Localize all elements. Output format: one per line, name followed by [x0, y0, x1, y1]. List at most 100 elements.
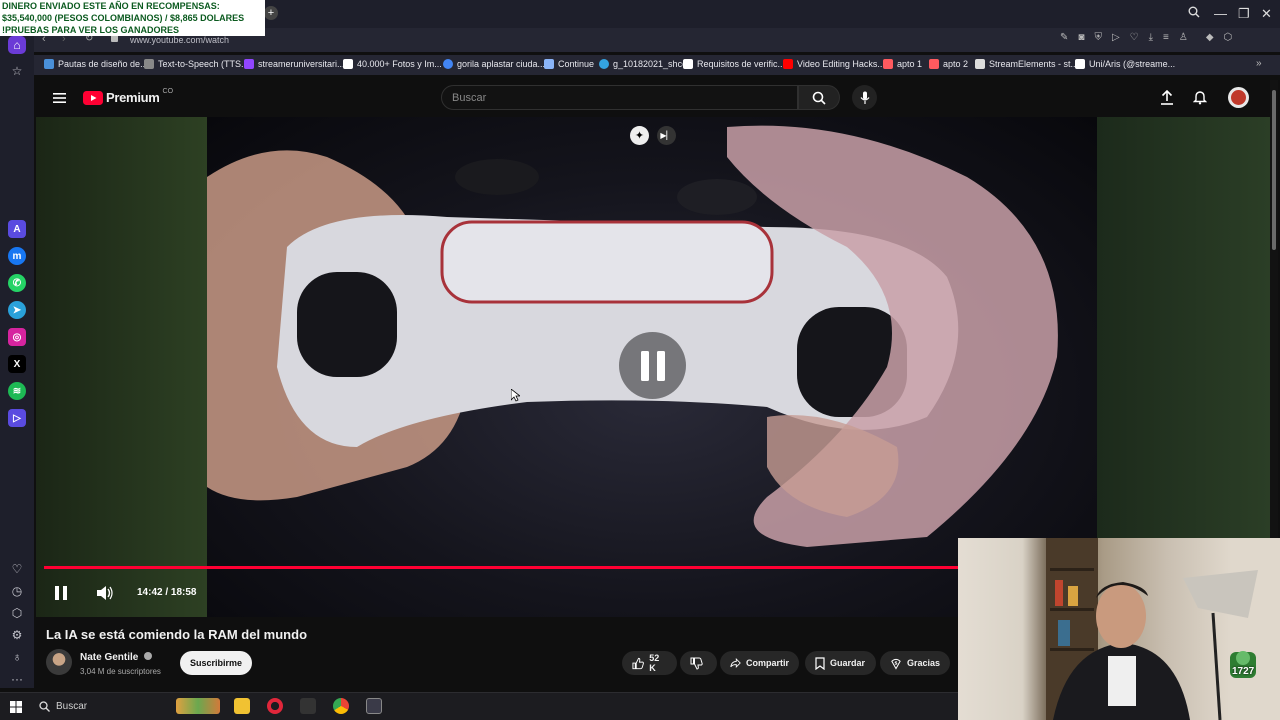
- browser-search-icon[interactable]: [1188, 6, 1200, 21]
- channel-avatar[interactable]: [46, 649, 72, 675]
- bookmark-heart-icon[interactable]: ♡: [1130, 32, 1139, 43]
- share-button[interactable]: Compartir: [720, 651, 799, 675]
- aria-icon[interactable]: A: [8, 220, 26, 238]
- center-pause-button[interactable]: [619, 332, 686, 399]
- app-window-icon[interactable]: [366, 698, 382, 714]
- speed-dial-icon[interactable]: ☆: [8, 62, 26, 80]
- extension-icon[interactable]: ◆: [1206, 32, 1214, 43]
- edit-icon[interactable]: ✎: [1060, 32, 1068, 43]
- bookmarks-overflow-icon[interactable]: »: [1256, 58, 1262, 69]
- widgets-icon[interactable]: [176, 698, 220, 714]
- bookmark-item[interactable]: gorila aplastar ciuda...: [443, 59, 545, 69]
- opera-home-icon[interactable]: ⌂: [8, 36, 26, 54]
- lightbulb-icon[interactable]: ♁: [8, 648, 26, 666]
- upload-button[interactable]: [1160, 89, 1174, 110]
- bookmark-favicon-icon: [1075, 59, 1085, 69]
- whatsapp-icon[interactable]: ✆: [8, 274, 26, 292]
- chrome-icon[interactable]: [333, 698, 349, 714]
- like-button[interactable]: 52 K: [622, 651, 677, 675]
- time-display: 14:42 / 18:58: [137, 587, 197, 598]
- autoplay-toggle[interactable]: ✦: [630, 126, 649, 145]
- bookmark-item[interactable]: Continue: [544, 59, 594, 69]
- progress-bar[interactable]: [44, 566, 959, 569]
- bookmark-favicon-icon: [599, 59, 609, 69]
- promo-line-1: DINERO ENVIADO ESTE AÑO EN RECOMPENSAS:: [2, 1, 220, 11]
- skip-next-icon[interactable]: ▶▏: [657, 126, 676, 145]
- opera-gx-icon[interactable]: [267, 698, 283, 714]
- send-icon[interactable]: ▷: [1112, 32, 1120, 43]
- bookmark-favicon-icon: [343, 59, 353, 69]
- stream-app-icon[interactable]: [300, 698, 316, 714]
- like-count: 52 K: [649, 653, 660, 673]
- channel-name[interactable]: Nate Gentile: [80, 652, 153, 663]
- upload-icon: [1161, 89, 1173, 105]
- download-icon[interactable]: ⤓: [1149, 32, 1153, 43]
- bookmark-item[interactable]: StreamElements - st...: [975, 59, 1078, 69]
- thanks-button[interactable]: $ Gracias: [880, 651, 950, 675]
- search-input[interactable]: Buscar: [452, 92, 486, 104]
- thumbs-down-icon: [690, 657, 703, 670]
- youtube-premium-logo[interactable]: Premium CO: [83, 88, 173, 105]
- bookmark-favicon-icon: [544, 59, 554, 69]
- player-icon[interactable]: ▷: [8, 409, 26, 427]
- pause-icon: [55, 586, 67, 600]
- profile-icon[interactable]: ♙: [1179, 32, 1188, 43]
- more-dots-icon[interactable]: ···: [8, 670, 26, 688]
- notifications-button[interactable]: [1192, 90, 1208, 110]
- bookmark-favicon-icon: [443, 59, 453, 69]
- restore-button[interactable]: ❐: [1238, 6, 1250, 22]
- bookmark-favicon-icon: [975, 59, 985, 69]
- file-explorer-icon[interactable]: [234, 698, 250, 714]
- bookmark-item[interactable]: Text-to-Speech (TTS...: [144, 59, 249, 69]
- bookmark-item[interactable]: apto 2: [929, 59, 968, 69]
- voice-search-button[interactable]: [852, 85, 877, 110]
- messenger-icon[interactable]: m: [8, 247, 26, 265]
- box-icon[interactable]: ⬡: [8, 604, 26, 622]
- svg-text:$: $: [894, 660, 897, 666]
- settings-gear-icon[interactable]: ⚙: [8, 626, 26, 644]
- camera-icon[interactable]: ◙: [1078, 32, 1084, 43]
- share-arrow-icon: [730, 658, 741, 668]
- youtube-play-logo-icon: [83, 90, 103, 105]
- bookmark-favicon-icon: [883, 59, 893, 69]
- bookmark-item[interactable]: g_10182021_shcc: [599, 59, 687, 69]
- history-icon[interactable]: ◷: [8, 582, 26, 600]
- shield-icon[interactable]: ⛨: [1094, 32, 1102, 43]
- minimize-button[interactable]: —: [1214, 6, 1227, 21]
- start-button[interactable]: [10, 700, 22, 718]
- spotify-icon[interactable]: ≋: [8, 382, 26, 400]
- subscribe-button[interactable]: Suscribirme: [180, 651, 252, 675]
- heart-icon[interactable]: ♡: [8, 560, 26, 578]
- bookmark-item[interactable]: Video Editing Hacks...: [783, 59, 885, 69]
- video-ambient-left: [36, 117, 207, 617]
- cube-icon[interactable]: ⬡: [1224, 32, 1233, 43]
- scrollbar-thumb[interactable]: [1272, 90, 1276, 250]
- bookmark-item[interactable]: Requisitos de verific...: [683, 59, 785, 69]
- telegram-icon[interactable]: ➤: [8, 301, 26, 319]
- video-title: La IA se está comiendo la RAM del mundo: [46, 627, 308, 642]
- dislike-button[interactable]: [680, 651, 717, 675]
- bookmark-item[interactable]: streameruniversitari...: [244, 59, 345, 69]
- bookmark-item[interactable]: apto 1: [883, 59, 922, 69]
- opera-sidebar: ⌂ ☆ A m ✆ ➤ ◎ X ≋ ▷ ♡ ◷ ⬡ ⚙ ♁ ···: [0, 28, 34, 688]
- volume-button[interactable]: [96, 585, 113, 606]
- save-button[interactable]: Guardar: [805, 651, 876, 675]
- promo-line-3: !PRUEBAS PARA VER LOS GANADORES: [2, 25, 180, 35]
- search-button[interactable]: [798, 85, 840, 110]
- new-tab-button[interactable]: +: [264, 6, 278, 20]
- user-avatar[interactable]: [1228, 87, 1249, 108]
- bookmark-item[interactable]: Uni/Aris (@streame...: [1075, 59, 1175, 69]
- search-box[interactable]: Buscar: [441, 85, 798, 110]
- bookmark-item[interactable]: 40.000+ Fotos y Im...: [343, 59, 442, 69]
- webcam-badge: 1727: [1232, 666, 1255, 677]
- hamburger-menu-icon[interactable]: [53, 91, 66, 109]
- taskbar-search[interactable]: Buscar: [33, 695, 168, 717]
- promo-line-2: $35,540,000 (PESOS COLOMBIANOS) / $8,865…: [2, 13, 245, 23]
- instagram-icon[interactable]: ◎: [8, 328, 26, 346]
- play-pause-button[interactable]: [54, 585, 68, 606]
- close-button[interactable]: ✕: [1261, 6, 1272, 22]
- x-twitter-icon[interactable]: X: [8, 355, 26, 373]
- url-field[interactable]: www.youtube.com/watch: [130, 35, 229, 45]
- bookmark-item[interactable]: Pautas de diseño de...: [44, 59, 148, 69]
- menu-lines-icon[interactable]: ≡: [1163, 32, 1169, 43]
